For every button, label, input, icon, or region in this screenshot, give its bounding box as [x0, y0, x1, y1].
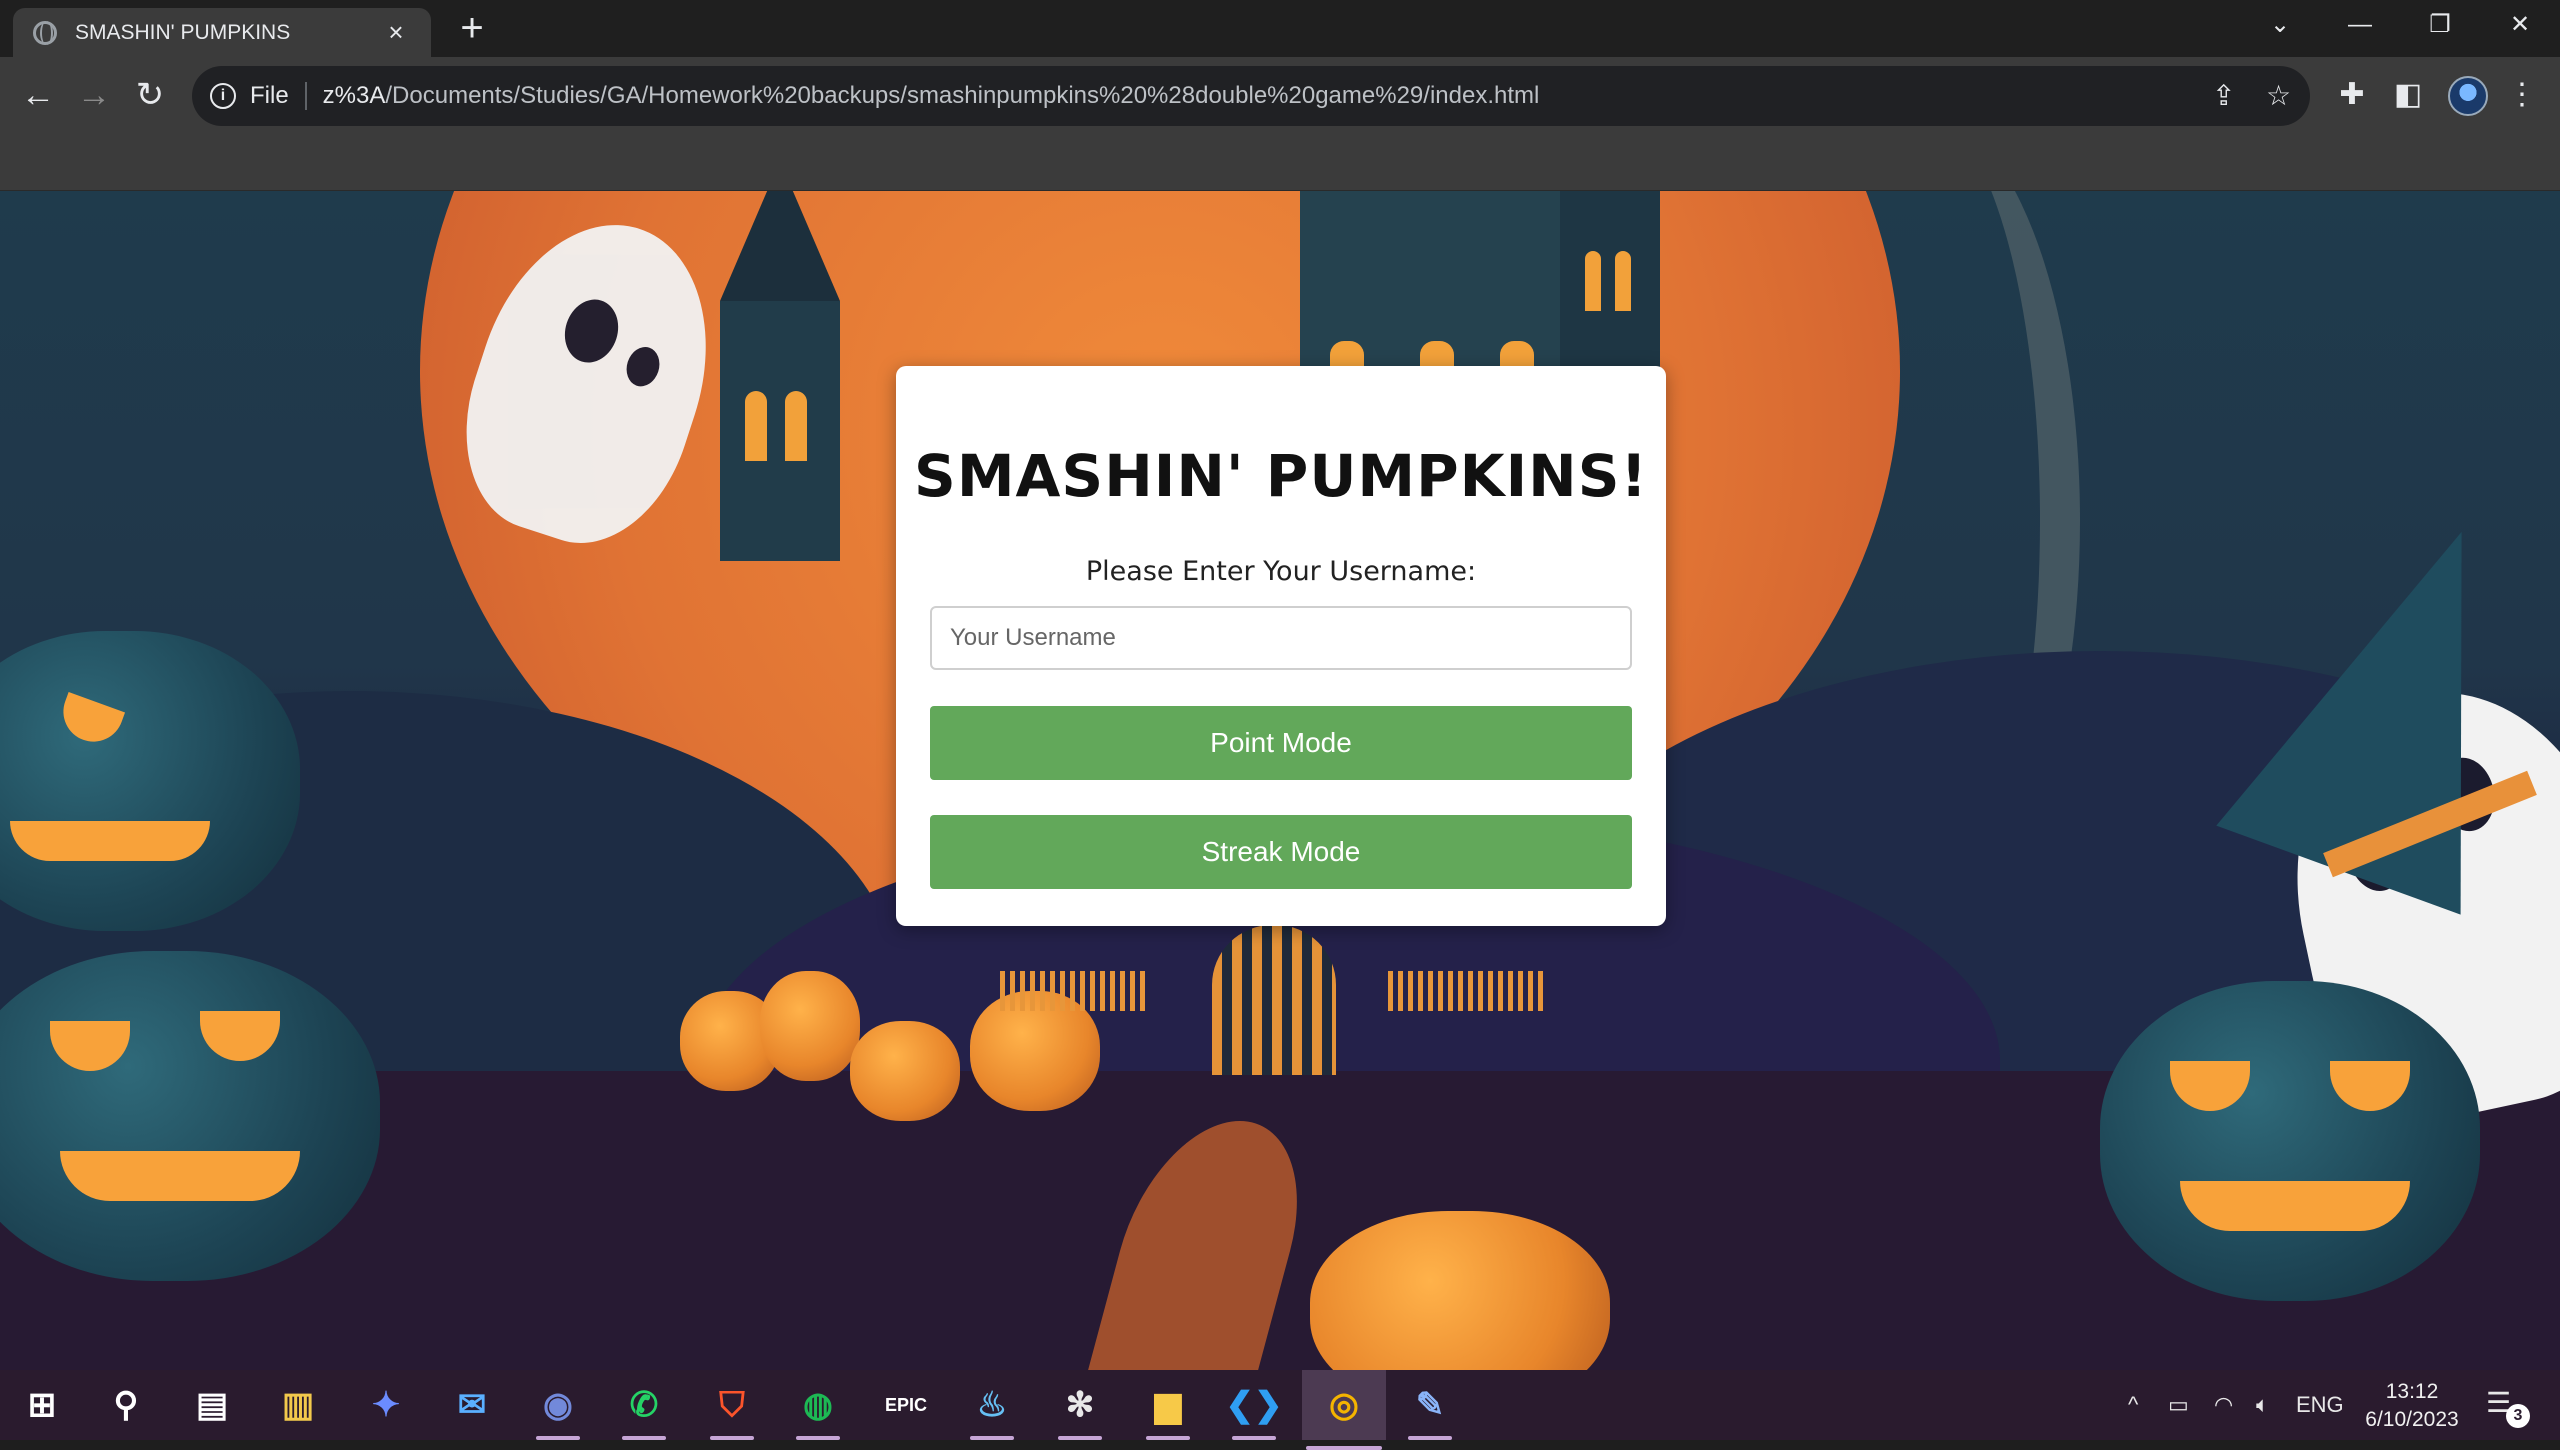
pumpkin-mouth — [60, 1151, 300, 1201]
share-icon[interactable]: ⇪ — [2212, 66, 2235, 126]
browser-tab-strip: SMASHIN' PUMPKINS × + ⌄ — ❐ ✕ — [0, 0, 2560, 57]
clock-date: 6/10/2023 — [2365, 1408, 2459, 1431]
ghost-eye — [556, 292, 627, 370]
bookmark-star-icon[interactable]: ☆ — [2266, 66, 2291, 126]
side-panel-icon[interactable]: ◧ — [2386, 73, 2430, 117]
castle-spire — [720, 191, 840, 301]
fence — [1388, 971, 1548, 1011]
wifi-icon[interactable]: ◠ — [2214, 1370, 2233, 1440]
search-icon[interactable]: ⚲ — [100, 1380, 152, 1430]
language-indicator[interactable]: ENG — [2296, 1370, 2344, 1440]
chrome-icon[interactable]: ◎ — [1302, 1370, 1386, 1450]
browser-tab-active[interactable]: SMASHIN' PUMPKINS × — [13, 8, 431, 57]
castle-window — [1615, 251, 1631, 311]
tray-overflow-icon[interactable]: ^ — [2128, 1370, 2138, 1440]
minimize-button[interactable]: — — [2320, 0, 2400, 50]
tab-title: SMASHIN' PUMPKINS — [75, 20, 291, 44]
pumpkin-teal — [0, 631, 300, 931]
game-page: SMASHIN' PUMPKINS! Please Enter Your Use… — [0, 191, 2560, 1370]
cemetery-gate — [1212, 925, 1336, 1075]
windows-taskbar: ⊞ ⚲ ▤ ▥ ✦ ✉ ◉ ✆ ⛉ ◍ EPIC ♨ ✻ ▆ ❮❯ ◎ ✎ ^ ▭ ◠ 🔈︎ ENG 13:12… — [0, 1370, 2560, 1450]
new-tab-button[interactable]: + — [452, 8, 492, 49]
discord-icon[interactable]: ◉ — [532, 1380, 584, 1440]
castle-window — [745, 391, 767, 461]
pumpkin-orange — [760, 971, 860, 1081]
pumpkin-mouth — [2180, 1181, 2410, 1231]
game-title: SMASHIN' PUMPKINS! — [914, 442, 1648, 510]
castle-tower — [720, 301, 840, 561]
browser-menu-icon[interactable]: ⋮ — [2500, 73, 2544, 117]
forward-button[interactable]: → — [72, 73, 116, 117]
epic-games-icon[interactable]: EPIC — [880, 1380, 932, 1430]
pumpkin-eye — [2330, 1061, 2410, 1111]
extensions-icon[interactable]: ✚ — [2330, 73, 2374, 117]
battery-icon[interactable]: ▭ — [2168, 1370, 2189, 1440]
spotify-icon[interactable]: ◍ — [792, 1380, 844, 1440]
pumpkin-teal — [2100, 981, 2480, 1301]
scheme-label: File — [250, 82, 289, 109]
whatsapp-icon[interactable]: ✆ — [618, 1380, 670, 1440]
browser-toolbar: ← → ↻ i File z%3A/Documents/Studies/GA/H… — [0, 57, 2560, 136]
slack-icon[interactable]: ✻ — [1054, 1380, 1106, 1440]
taskbar-clock[interactable]: 13:12 6/10/2023 — [2362, 1378, 2462, 1434]
url-path: /Documents/Studies/GA/Homework%20backups… — [385, 82, 1540, 109]
castle-window — [785, 391, 807, 461]
username-card: SMASHIN' PUMPKINS! Please Enter Your Use… — [896, 366, 1666, 926]
ghost-eye — [621, 342, 665, 391]
address-separator — [304, 82, 307, 110]
url-host: z%3A — [322, 82, 386, 109]
url-text[interactable]: z%3A/Documents/Studies/GA/Homework%20bac… — [323, 82, 1540, 110]
vscode-icon[interactable]: ❮❯ — [1226, 1380, 1283, 1440]
notification-center-icon[interactable]: ☰ 3 — [2486, 1386, 2530, 1428]
volume-icon[interactable]: 🔈︎ — [2256, 1370, 2269, 1440]
start-icon[interactable]: ⊞ — [16, 1380, 68, 1430]
file-explorer-icon[interactable]: ▆ — [1142, 1380, 1194, 1440]
clock-time: 13:12 — [2385, 1380, 2439, 1403]
fence — [1000, 971, 1150, 1011]
task-view-icon[interactable]: ▤ — [186, 1380, 238, 1430]
pumpkin-eye — [50, 1021, 130, 1071]
pumpkin-eye — [200, 1011, 280, 1061]
store-icon[interactable]: ▥ — [272, 1380, 324, 1430]
castle-tower — [1560, 191, 1660, 391]
point-mode-button[interactable]: Point Mode — [930, 706, 1632, 780]
username-prompt: Please Enter Your Username: — [1085, 556, 1477, 587]
back-button[interactable]: ← — [16, 73, 60, 117]
tab-close-icon[interactable]: × — [381, 17, 411, 48]
pumpkin-teal — [0, 951, 380, 1281]
bookmarks-bar — [0, 136, 2560, 191]
address-bar[interactable]: i File z%3A/Documents/Studies/GA/Homewor… — [192, 66, 2310, 126]
pumpkin-mouth — [10, 821, 210, 861]
notification-count-badge: 3 — [2506, 1404, 2530, 1428]
pumpkin-eye — [2170, 1061, 2250, 1111]
pumpkin-orange — [1310, 1211, 1610, 1370]
castle-window — [1585, 251, 1601, 311]
brave-icon[interactable]: ⛉ — [706, 1380, 758, 1440]
paint-icon[interactable]: ✎ — [1404, 1380, 1456, 1440]
steam-icon[interactable]: ♨ — [966, 1380, 1018, 1440]
messenger-icon[interactable]: ✦ — [360, 1380, 412, 1430]
close-window-button[interactable]: ✕ — [2480, 0, 2560, 50]
pumpkin-orange — [850, 1021, 960, 1121]
username-input[interactable] — [930, 606, 1632, 670]
mail-icon[interactable]: ✉ — [446, 1380, 498, 1430]
pumpkin-eye — [54, 691, 126, 751]
tab-search-icon[interactable]: ⌄ — [2240, 0, 2320, 50]
globe-icon — [33, 20, 57, 45]
reload-button[interactable]: ↻ — [128, 73, 172, 117]
restore-button[interactable]: ❐ — [2400, 0, 2480, 50]
site-info-icon[interactable]: i — [210, 83, 236, 109]
profile-avatar[interactable] — [2448, 76, 2488, 116]
streak-mode-button[interactable]: Streak Mode — [930, 815, 1632, 889]
